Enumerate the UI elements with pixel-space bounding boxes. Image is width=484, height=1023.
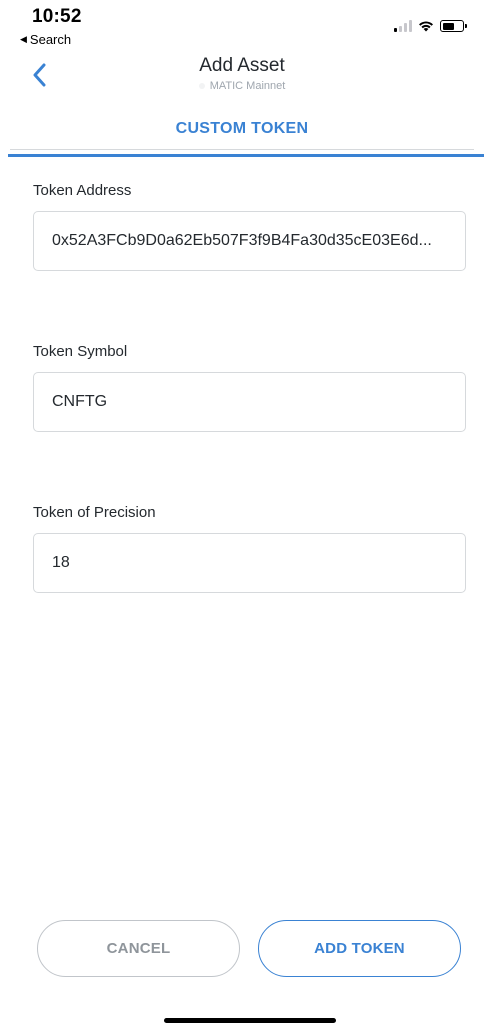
token-address-input[interactable]: 0x52A3FCb9D0a62Eb507F3f9B4Fa30d35cE03E6d… bbox=[33, 211, 466, 271]
signal-icon bbox=[394, 20, 412, 32]
home-indicator[interactable] bbox=[164, 1018, 336, 1023]
token-address-value: 0x52A3FCb9D0a62Eb507F3f9B4Fa30d35cE03E6d… bbox=[52, 232, 432, 249]
token-symbol-value: CNFTG bbox=[52, 393, 108, 410]
token-symbol-field: Token Symbol CNFTG bbox=[33, 343, 466, 432]
status-bar: 10:52 ◀ Search bbox=[0, 0, 484, 50]
battery-icon bbox=[440, 20, 467, 32]
token-address-field: Token Address 0x52A3FCb9D0a62Eb507F3f9B4… bbox=[33, 182, 466, 271]
token-precision-input[interactable]: 18 bbox=[33, 533, 466, 593]
status-time: 10:52 bbox=[32, 6, 82, 27]
token-precision-value: 18 bbox=[52, 554, 70, 571]
token-symbol-label: Token Symbol bbox=[33, 343, 128, 360]
cancel-button[interactable]: CANCEL bbox=[37, 920, 240, 977]
page-title: Add Asset bbox=[199, 55, 285, 76]
back-triangle-icon: ◀ bbox=[20, 34, 27, 44]
network-name: MATIC Mainnet bbox=[209, 80, 286, 92]
wifi-icon bbox=[419, 21, 433, 32]
back-to-app-label: Search bbox=[29, 32, 72, 47]
tab-bar: CUSTOM TOKEN bbox=[0, 100, 484, 158]
nav-header: Add Asset MATIC Mainnet bbox=[0, 50, 484, 150]
token-precision-label: Token of Precision bbox=[33, 504, 156, 521]
tab-underline bbox=[8, 154, 484, 157]
tab-custom-token[interactable]: CUSTOM TOKEN bbox=[0, 120, 484, 138]
token-address-label: Token Address bbox=[33, 182, 132, 199]
network-dot-icon bbox=[198, 83, 205, 89]
network-subtitle: MATIC Mainnet bbox=[0, 80, 484, 92]
token-symbol-input[interactable]: CNFTG bbox=[33, 372, 466, 432]
token-precision-field: Token of Precision 18 bbox=[33, 504, 466, 593]
add-token-button[interactable]: ADD TOKEN bbox=[258, 920, 461, 977]
back-to-app-link[interactable]: ◀ Search bbox=[20, 32, 71, 47]
status-icons bbox=[394, 20, 467, 32]
